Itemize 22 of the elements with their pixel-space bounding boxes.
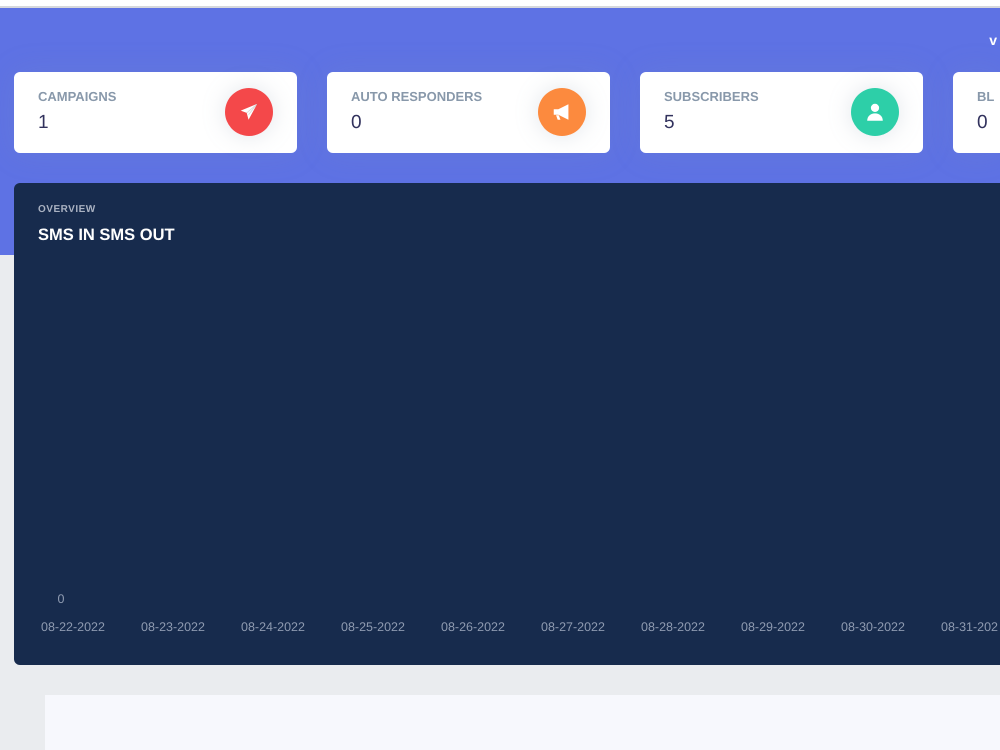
- x-axis-label: 08-25-2022: [341, 620, 405, 634]
- stat-label: BL: [977, 89, 994, 105]
- y-axis-label: 0: [58, 592, 64, 606]
- x-axis-label: 08-28-2022: [641, 620, 705, 634]
- x-axis-label: 08-27-2022: [541, 620, 605, 634]
- stat-value: 0: [977, 111, 988, 135]
- stat-label: AUTO RESPONDERS: [351, 89, 482, 105]
- stat-label: SUBSCRIBERS: [664, 89, 759, 105]
- header-text: v: [989, 30, 997, 50]
- stat-value: 1: [38, 111, 49, 135]
- x-axis-label: 08-29-2022: [741, 620, 805, 634]
- stat-value: 0: [351, 111, 362, 135]
- chart-title: SMS IN SMS OUT: [38, 225, 175, 245]
- x-axis-label: 08-30-2022: [841, 620, 905, 634]
- x-axis-label: 08-23-2022: [141, 620, 205, 634]
- chart-overline: OVERVIEW: [38, 203, 96, 217]
- x-axis-label: 08-26-2022: [441, 620, 505, 634]
- x-axis-label: 08-24-2022: [241, 620, 305, 634]
- stat-label: CAMPAIGNS: [38, 89, 116, 105]
- x-axis-label: 08-22-2022: [41, 620, 105, 634]
- stat-value: 5: [664, 111, 675, 135]
- x-axis-label: 08-31-202: [941, 620, 998, 634]
